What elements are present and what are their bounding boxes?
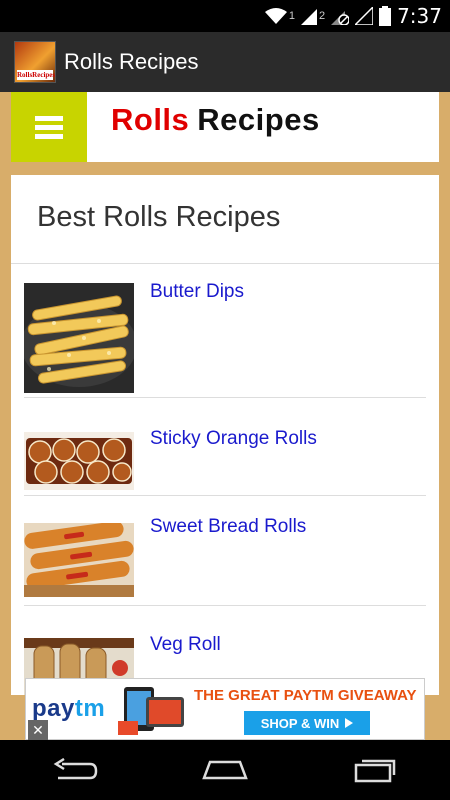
list-item[interactable]: Sticky Orange Rolls (24, 398, 426, 496)
ad-brand-logo: paytm (32, 695, 105, 723)
play-arrow-icon (345, 718, 354, 728)
wifi-icon (264, 8, 287, 24)
signal-icon (300, 9, 317, 25)
shop-and-win-button[interactable]: SHOP & WIN (244, 711, 370, 735)
butter-dips-photo[interactable] (24, 283, 134, 393)
ad-cta-label: SHOP & WIN (260, 715, 340, 731)
home-button[interactable] (195, 750, 255, 790)
list-item[interactable]: Butter Dips (24, 264, 426, 398)
status-icons: 1 2 7:37 (264, 0, 442, 32)
recipe-link[interactable]: Sweet Bread Rolls (150, 516, 306, 538)
menu-button[interactable] (11, 92, 87, 162)
list-item[interactable]: Sweet Bread Rolls (24, 496, 426, 606)
action-bar: RollsRecipes Rolls Recipes (0, 32, 450, 92)
home-icon (202, 760, 248, 780)
page-title: Best Rolls Recipes (11, 175, 439, 264)
recipe-link[interactable]: Veg Roll (150, 634, 221, 656)
back-icon (53, 758, 98, 780)
data-icon (331, 11, 350, 25)
logo-rolls: Rolls (111, 102, 190, 137)
ad-brand-part2: tm (74, 695, 106, 722)
battery-icon (379, 6, 392, 26)
ad-close-button[interactable]: ✕ (28, 720, 48, 740)
status-bar: 1 2 7:37 (0, 0, 450, 32)
ad-brand-part1: pay (32, 695, 75, 722)
sweet-bread-rolls-photo[interactable] (24, 523, 134, 597)
site-logo[interactable]: Rolls Recipes (111, 102, 320, 138)
status-time: 7:37 (397, 4, 442, 28)
hamburger-menu-icon (35, 116, 63, 139)
ad-headline: THE GREAT PAYTM GIVEAWAY (194, 687, 417, 704)
logo-recipes: Recipes (197, 102, 320, 137)
back-button[interactable] (45, 750, 105, 790)
sticky-orange-rolls-photo[interactable] (24, 432, 134, 490)
signal-icon (355, 7, 374, 25)
recipes-card: Best Rolls Recipes Butter Dips Sticky Or… (11, 175, 439, 695)
sim2-label: 2 (318, 10, 326, 22)
navigation-bar (0, 740, 450, 800)
sim1-label: 1 (288, 10, 295, 22)
recent-apps-button[interactable] (345, 750, 405, 790)
recipe-link[interactable]: Butter Dips (150, 281, 244, 303)
app-icon-label: RollsRecipes (17, 70, 56, 80)
ad-products-image (118, 687, 184, 735)
header-banner: Rolls Recipes (11, 92, 439, 162)
recent-apps-icon (354, 759, 396, 783)
app-title: Rolls Recipes (64, 49, 199, 74)
recipe-link[interactable]: Sticky Orange Rolls (150, 428, 317, 450)
app-icon[interactable]: RollsRecipes (14, 41, 56, 83)
ad-banner[interactable]: paytm THE GREAT PAYTM GIVEAWAY SHOP & WI… (25, 678, 425, 740)
